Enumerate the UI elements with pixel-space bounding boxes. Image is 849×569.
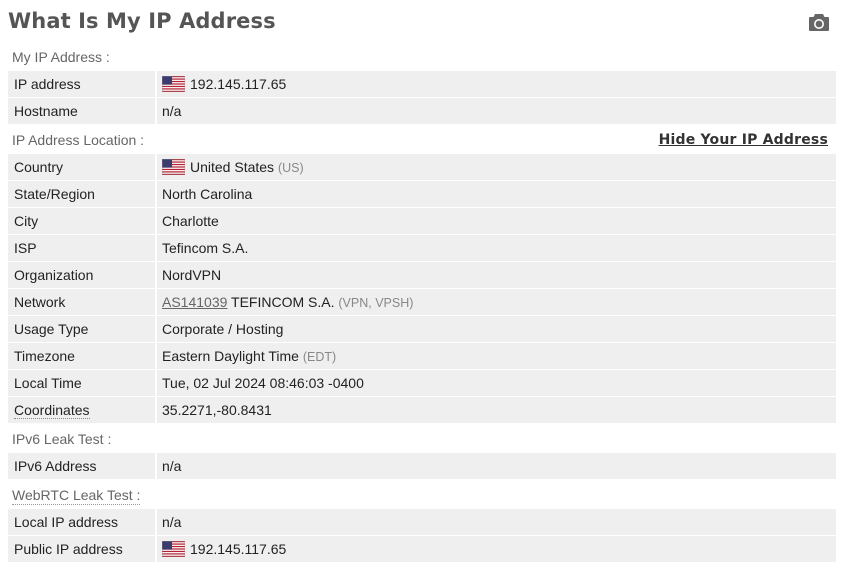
timezone-value: Eastern Daylight Time — [162, 348, 299, 364]
network-tags: (VPN, VPSH) — [338, 296, 414, 310]
state-value: North Carolina — [162, 186, 253, 202]
section-location: IP Address Location : — [12, 132, 145, 148]
ipv6-address-label: IPv6 Address — [14, 458, 97, 474]
asn-link[interactable]: AS141039 — [162, 294, 227, 310]
row-state: State/Region North Carolina — [8, 181, 836, 207]
ip-address-value: 192.145.117.65 — [190, 76, 287, 92]
camera-icon[interactable] — [808, 12, 830, 32]
row-public-ip: Public IP address 192.145.117.65 — [8, 536, 836, 562]
row-usage-type: Usage Type Corporate / Hosting — [8, 316, 836, 342]
section-ipv6: IPv6 Leak Test : — [12, 431, 112, 447]
ip-address-value-cell: 192.145.117.65 — [162, 71, 286, 97]
row-timezone: Timezone Eastern Daylight Time (EDT) — [8, 343, 836, 369]
usage-type-value: Corporate / Hosting — [162, 321, 284, 337]
local-ip-value: n/a — [162, 514, 182, 530]
city-label: City — [14, 213, 39, 229]
network-name: TEFINCOM S.A. — [231, 294, 335, 310]
row-organization: Organization NordVPN — [8, 262, 836, 288]
page-title: What Is My IP Address — [8, 9, 276, 33]
state-label: State/Region — [14, 186, 95, 202]
row-coordinates: Coordinates 35.2271,-80.8431 — [8, 397, 836, 423]
timezone-abbr: (EDT) — [302, 350, 337, 364]
organization-value: NordVPN — [162, 267, 222, 283]
organization-label: Organization — [14, 267, 94, 283]
isp-value: Tefincom S.A. — [162, 240, 249, 256]
ip-address-label: IP address — [14, 76, 81, 92]
city-value: Charlotte — [162, 213, 219, 229]
hide-ip-link[interactable]: Hide Your IP Address — [659, 131, 828, 149]
us-flag-icon — [162, 541, 185, 558]
row-hostname: Hostname n/a — [8, 98, 836, 124]
row-ip-address: IP address 192.145.117.65 — [8, 71, 836, 97]
section-my-ip: My IP Address : — [12, 49, 110, 65]
public-ip-label: Public IP address — [14, 541, 123, 557]
row-network: Network AS141039 TEFINCOM S.A. (VPN, VPS… — [8, 289, 836, 315]
isp-label: ISP — [14, 240, 37, 256]
network-label: Network — [14, 294, 66, 310]
timezone-value-cell: Eastern Daylight Time (EDT) — [162, 343, 336, 369]
coordinates-label: Coordinates — [14, 402, 90, 419]
public-ip-value: 192.145.117.65 — [190, 541, 287, 557]
hostname-value: n/a — [162, 103, 182, 119]
section-webrtc: WebRTC Leak Test : — [12, 487, 141, 505]
usage-type-label: Usage Type — [14, 321, 89, 337]
country-label: Country — [14, 159, 64, 175]
network-value-cell: AS141039 TEFINCOM S.A. (VPN, VPSH) — [162, 289, 413, 315]
row-country: Country United States (US) — [8, 154, 836, 180]
row-local-ip: Local IP address n/a — [8, 509, 836, 535]
row-ipv6-address: IPv6 Address n/a — [8, 453, 836, 479]
coordinates-label-cell: Coordinates — [14, 397, 90, 423]
us-flag-icon — [162, 159, 185, 176]
public-ip-value-cell: 192.145.117.65 — [162, 536, 286, 562]
row-city: City Charlotte — [8, 208, 836, 234]
local-ip-label: Local IP address — [14, 514, 119, 530]
row-isp: ISP Tefincom S.A. — [8, 235, 836, 261]
ipv6-address-value: n/a — [162, 458, 182, 474]
country-code: (US) — [277, 161, 304, 175]
local-time-value: Tue, 02 Jul 2024 08:46:03 -0400 — [162, 375, 364, 391]
hostname-label: Hostname — [14, 103, 78, 119]
country-value-cell: United States (US) — [162, 154, 304, 180]
row-local-time: Local Time Tue, 02 Jul 2024 08:46:03 -04… — [8, 370, 836, 396]
timezone-label: Timezone — [14, 348, 75, 364]
local-time-label: Local Time — [14, 375, 82, 391]
us-flag-icon — [162, 76, 185, 93]
coordinates-value: 35.2271,-80.8431 — [162, 402, 272, 418]
country-value: United States — [190, 159, 275, 175]
